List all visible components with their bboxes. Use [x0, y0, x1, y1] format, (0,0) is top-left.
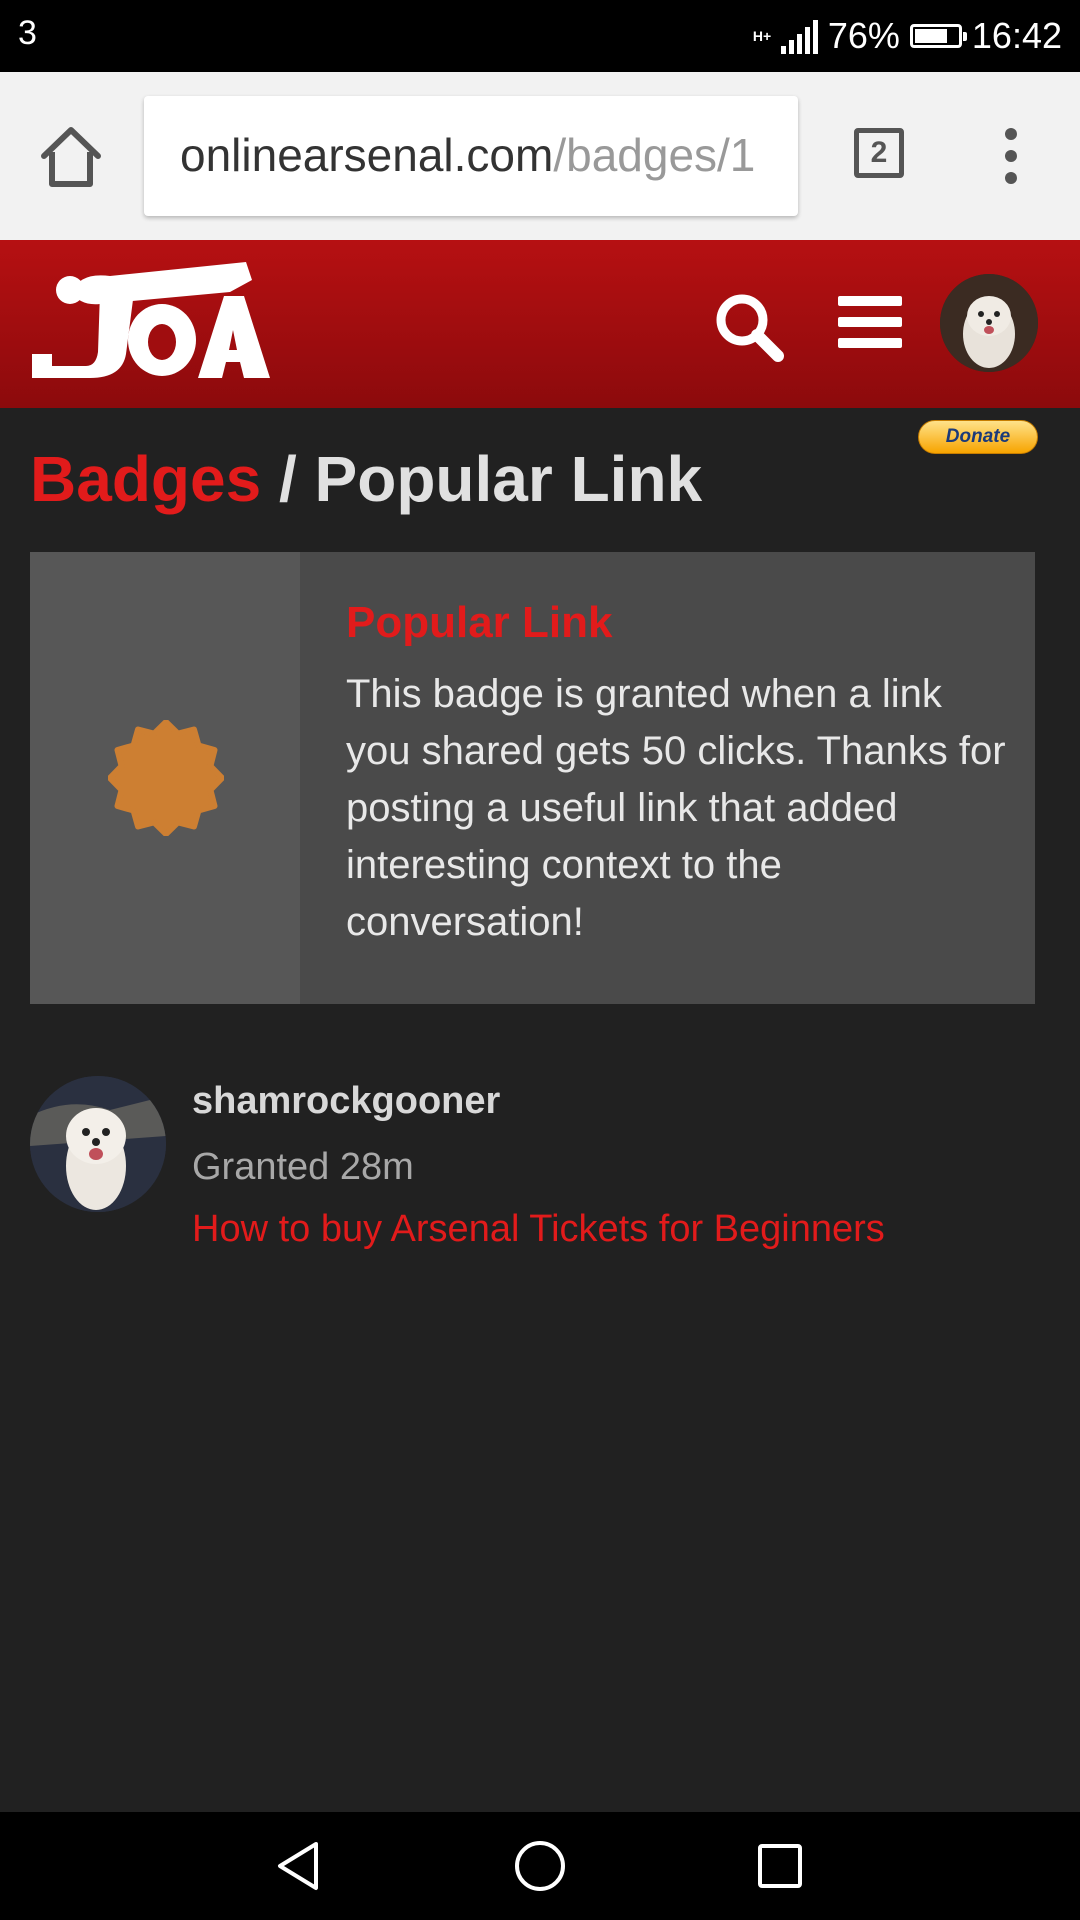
network-type-icon: H+: [752, 28, 772, 44]
badge-shape: [107, 719, 225, 837]
badge-info: Popular Link This badge is granted when …: [346, 598, 1006, 951]
grant-username[interactable]: shamrockgooner: [192, 1080, 500, 1123]
badge-name: Popular Link: [346, 598, 613, 647]
breadcrumb-badges-link[interactable]: Badges: [30, 443, 261, 515]
back-icon[interactable]: [272, 1838, 328, 1894]
home-circle-icon[interactable]: [512, 1838, 568, 1894]
battery-percent: 76%: [827, 15, 900, 56]
signal-icon: [780, 18, 818, 54]
url-path: /badges/1: [553, 129, 756, 181]
badge-card: Popular Link This badge is granted when …: [30, 552, 1035, 1004]
donate-button[interactable]: Donate: [918, 420, 1038, 454]
breadcrumb-separator: /: [278, 443, 297, 515]
home-icon[interactable]: [36, 122, 106, 192]
bronze-badge-icon: [107, 719, 225, 837]
clock: 16:42: [971, 15, 1062, 56]
recents-icon[interactable]: [752, 1838, 808, 1894]
badge-icon-panel: [30, 552, 300, 1004]
url-host: onlinearsenal.com: [180, 129, 554, 181]
more-vert-icon[interactable]: [996, 128, 1026, 184]
status-bar: 3 H+ 76% 16:42: [0, 0, 1080, 72]
battery-level: [914, 29, 947, 43]
address-bar[interactable]: onlinearsenal.com/badges/1: [144, 96, 798, 216]
search-icon[interactable]: [712, 290, 788, 366]
system-nav-bar: [0, 1812, 1080, 1920]
carrier-label: 3: [18, 14, 37, 52]
status-icons: H+ 76% 16:42: [753, 12, 1062, 60]
tab-switcher-button[interactable]: 2: [854, 128, 904, 178]
grant-user-avatar[interactable]: [30, 1076, 166, 1212]
browser-toolbar: onlinearsenal.com/badges/1 2: [0, 72, 1080, 240]
site-logo[interactable]: [30, 262, 270, 384]
user-avatar[interactable]: [940, 274, 1038, 372]
grant-timestamp: Granted 28m: [192, 1146, 414, 1188]
badge-grant-item: shamrockgooner Granted 28m How to buy Ar…: [30, 1076, 1050, 1250]
grant-topic-link[interactable]: How to buy Arsenal Tickets for Beginners: [192, 1208, 885, 1251]
page-title: Popular Link: [314, 443, 703, 515]
badge-description: This badge is granted when a link you sh…: [346, 672, 1006, 944]
site-header: [0, 240, 1080, 408]
hamburger-icon[interactable]: [838, 296, 902, 348]
url-text: onlinearsenal.com/badges/1: [180, 128, 755, 182]
breadcrumb: Badges / Popular Link: [30, 442, 702, 516]
battery-icon: [909, 24, 967, 48]
